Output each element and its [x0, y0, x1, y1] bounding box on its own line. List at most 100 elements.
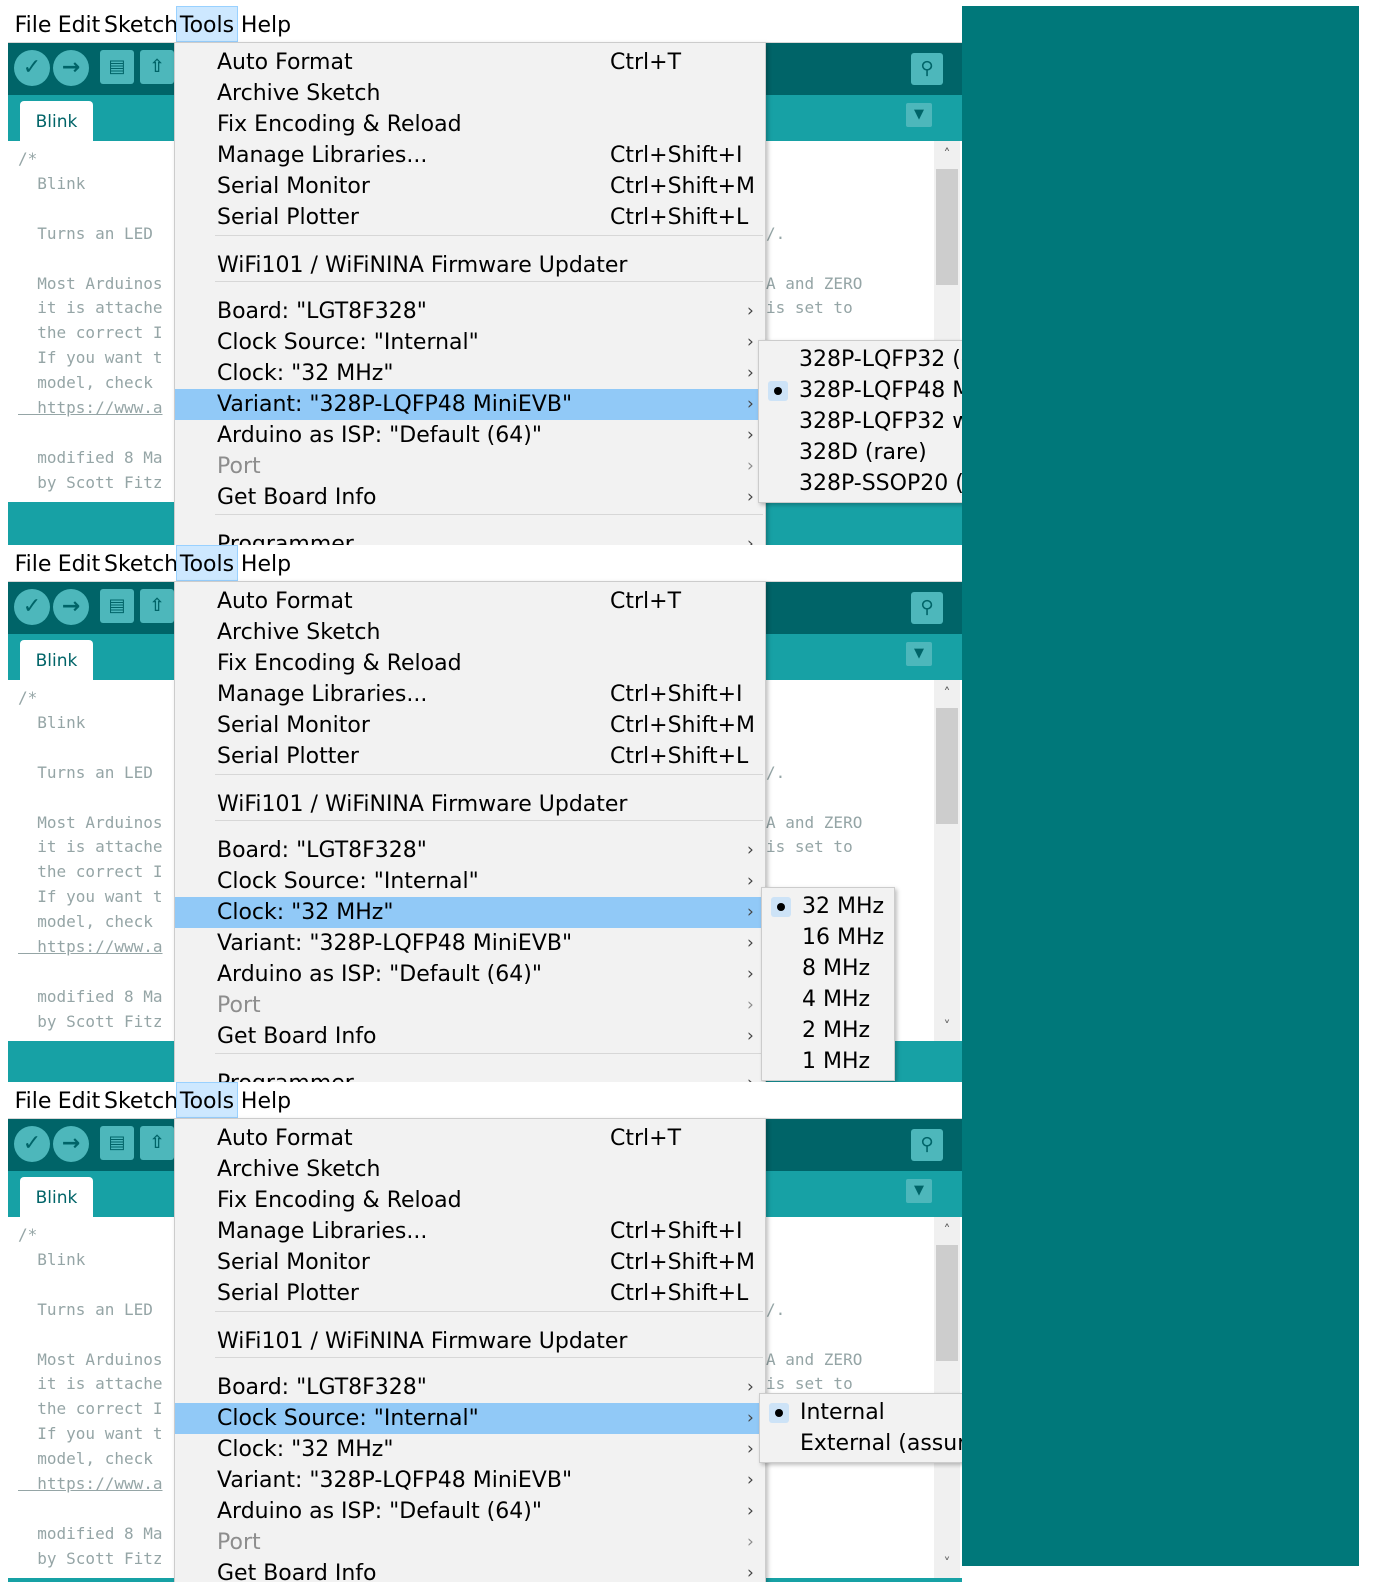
chevron-down-icon[interactable]: ˅: [936, 1552, 958, 1576]
submenu-option[interactable]: 328P-LQFP32 wemos-TTGO-XI: [759, 406, 962, 437]
verify-button[interactable]: ✓: [14, 50, 50, 86]
serial-monitor-button[interactable]: ⚲: [911, 53, 943, 85]
menu-item-board-lgt8f328[interactable]: Board: "LGT8F328" ›: [175, 296, 765, 327]
menu-item-wifi101-wifinina-firmware-updater[interactable]: WiFi101 / WiFiNINA Firmware Updater: [175, 250, 765, 281]
menu-item-fix-encoding-reload[interactable]: Fix Encoding & Reload: [175, 648, 765, 679]
verify-button[interactable]: ✓: [14, 1126, 50, 1162]
menu-item-archive-sketch[interactable]: Archive Sketch: [175, 617, 765, 648]
menu-help[interactable]: Help: [240, 1082, 292, 1118]
menu-item-get-board-info[interactable]: Get Board Info ›: [175, 482, 765, 513]
open-button[interactable]: ⇧: [140, 50, 174, 84]
submenu-option[interactable]: 328P-LQFP32 (e.g. MiniEVB nano-style or …: [759, 344, 962, 375]
menu-item-arduino-as-isp-default-64[interactable]: Arduino as ISP: "Default (64)" ›: [175, 420, 765, 451]
menu-item-get-board-info[interactable]: Get Board Info ›: [175, 1558, 765, 1582]
submenu-option[interactable]: 328P-LQFP48 MiniEVB: [759, 375, 962, 406]
menu-item-clock-source-internal[interactable]: Clock Source: "Internal" ›: [175, 327, 765, 358]
menu-item-port[interactable]: Port ›: [175, 990, 765, 1021]
upload-button[interactable]: →: [53, 589, 89, 625]
menu-item-serial-plotter[interactable]: Serial Plotter Ctrl+Shift+L: [175, 1278, 765, 1309]
menu-item-auto-format[interactable]: Auto Format Ctrl+T: [175, 586, 765, 617]
chevron-up-icon[interactable]: ˄: [936, 143, 958, 167]
menu-item-manage-libraries[interactable]: Manage Libraries... Ctrl+Shift+I: [175, 140, 765, 171]
new-button[interactable]: ▤: [100, 50, 134, 84]
menu-edit[interactable]: Edit: [55, 1082, 103, 1118]
menu-sketch[interactable]: Sketch: [104, 545, 178, 581]
menu-help[interactable]: Help: [240, 545, 292, 581]
serial-monitor-button[interactable]: ⚲: [911, 592, 943, 624]
menu-item-port[interactable]: Port ›: [175, 1527, 765, 1558]
tab-menu-button[interactable]: ▼: [906, 103, 932, 127]
menu-item-arduino-as-isp-default-64[interactable]: Arduino as ISP: "Default (64)" ›: [175, 959, 765, 990]
menu-item-board-lgt8f328[interactable]: Board: "LGT8F328" ›: [175, 1372, 765, 1403]
menu-item-variant-328p-lqfp48-minievb[interactable]: Variant: "328P-LQFP48 MiniEVB" ›: [175, 928, 765, 959]
menu-item-auto-format[interactable]: Auto Format Ctrl+T: [175, 1123, 765, 1154]
tab-blink[interactable]: Blink: [20, 640, 93, 680]
new-button[interactable]: ▤: [100, 589, 134, 623]
verify-button[interactable]: ✓: [14, 589, 50, 625]
submenu-option[interactable]: External (assumes 32MHz crystal): [760, 1428, 962, 1459]
submenu-option[interactable]: 2 MHz: [762, 1015, 894, 1046]
menu-item-board-lgt8f328[interactable]: Board: "LGT8F328" ›: [175, 835, 765, 866]
submenu-option[interactable]: 328P-SSOP20 (e.g. green pseudo pro mini): [759, 468, 962, 499]
menu-edit[interactable]: Edit: [55, 6, 103, 42]
menu-help[interactable]: Help: [240, 6, 292, 42]
submenu-option[interactable]: 16 MHz: [762, 922, 894, 953]
menu-item-fix-encoding-reload[interactable]: Fix Encoding & Reload: [175, 109, 765, 140]
menu-item-clock-32-mhz[interactable]: Clock: "32 MHz" ›: [175, 1434, 765, 1465]
menu-item-serial-monitor[interactable]: Serial Monitor Ctrl+Shift+M: [175, 710, 765, 741]
menu-item-get-board-info[interactable]: Get Board Info ›: [175, 1021, 765, 1052]
menu-item-serial-monitor[interactable]: Serial Monitor Ctrl+Shift+M: [175, 1247, 765, 1278]
open-button[interactable]: ⇧: [140, 589, 174, 623]
submenu-option[interactable]: 328D (rare): [759, 437, 962, 468]
menu-item-archive-sketch[interactable]: Archive Sketch: [175, 1154, 765, 1185]
tab-menu-button[interactable]: ▼: [906, 1179, 932, 1203]
menu-item-wifi101-wifinina-firmware-updater[interactable]: WiFi101 / WiFiNINA Firmware Updater: [175, 789, 765, 820]
tab-blink[interactable]: Blink: [20, 101, 93, 141]
scrollbar-thumb[interactable]: [936, 708, 958, 824]
submenu-option[interactable]: 1 MHz: [762, 1046, 894, 1077]
menu-item-port[interactable]: Port ›: [175, 451, 765, 482]
submenu-option[interactable]: 32 MHz: [762, 891, 894, 922]
serial-monitor-button[interactable]: ⚲: [911, 1129, 943, 1161]
tab-blink[interactable]: Blink: [20, 1177, 93, 1217]
scrollbar-thumb[interactable]: [936, 169, 958, 285]
menu-tools[interactable]: Tools: [176, 6, 238, 42]
menu-item-programmer[interactable]: Programmer ›: [175, 529, 765, 545]
menu-item-auto-format[interactable]: Auto Format Ctrl+T: [175, 47, 765, 78]
menu-item-serial-monitor[interactable]: Serial Monitor Ctrl+Shift+M: [175, 171, 765, 202]
submenu-option[interactable]: 8 MHz: [762, 953, 894, 984]
submenu-option[interactable]: 4 MHz: [762, 984, 894, 1015]
open-button[interactable]: ⇧: [140, 1126, 174, 1160]
submenu-option[interactable]: Internal: [760, 1397, 962, 1428]
menu-item-variant-328p-lqfp48-minievb[interactable]: Variant: "328P-LQFP48 MiniEVB" ›: [175, 1465, 765, 1496]
chevron-up-icon[interactable]: ˄: [936, 682, 958, 706]
upload-button[interactable]: →: [53, 50, 89, 86]
menu-item-manage-libraries[interactable]: Manage Libraries... Ctrl+Shift+I: [175, 1216, 765, 1247]
menu-item-clock-32-mhz[interactable]: Clock: "32 MHz" ›: [175, 358, 765, 389]
menu-tools[interactable]: Tools: [176, 545, 238, 581]
menu-file[interactable]: File: [12, 6, 54, 42]
chevron-up-icon[interactable]: ˄: [936, 1219, 958, 1243]
menu-edit[interactable]: Edit: [55, 545, 103, 581]
menu-sketch[interactable]: Sketch: [104, 1082, 178, 1118]
menu-item-arduino-as-isp-default-64[interactable]: Arduino as ISP: "Default (64)" ›: [175, 1496, 765, 1527]
menu-sketch[interactable]: Sketch: [104, 6, 178, 42]
menu-item-wifi101-wifinina-firmware-updater[interactable]: WiFi101 / WiFiNINA Firmware Updater: [175, 1326, 765, 1357]
menu-item-clock-source-internal[interactable]: Clock Source: "Internal" ›: [175, 1403, 765, 1434]
menu-file[interactable]: File: [12, 1082, 54, 1118]
menu-item-clock-32-mhz[interactable]: Clock: "32 MHz" ›: [175, 897, 765, 928]
menu-item-variant-328p-lqfp48-minievb[interactable]: Variant: "328P-LQFP48 MiniEVB" ›: [175, 389, 765, 420]
menu-file[interactable]: File: [12, 545, 54, 581]
menu-item-serial-plotter[interactable]: Serial Plotter Ctrl+Shift+L: [175, 741, 765, 772]
tab-menu-button[interactable]: ▼: [906, 642, 932, 666]
menu-tools[interactable]: Tools: [176, 1082, 238, 1118]
scrollbar-thumb[interactable]: [936, 1245, 958, 1361]
menu-item-programmer[interactable]: Programmer ›: [175, 1068, 765, 1082]
vertical-scrollbar[interactable]: ˄˅: [934, 680, 960, 1041]
upload-button[interactable]: →: [53, 1126, 89, 1162]
menu-item-archive-sketch[interactable]: Archive Sketch: [175, 78, 765, 109]
menu-item-fix-encoding-reload[interactable]: Fix Encoding & Reload: [175, 1185, 765, 1216]
menu-item-serial-plotter[interactable]: Serial Plotter Ctrl+Shift+L: [175, 202, 765, 233]
chevron-down-icon[interactable]: ˅: [936, 1015, 958, 1039]
new-button[interactable]: ▤: [100, 1126, 134, 1160]
